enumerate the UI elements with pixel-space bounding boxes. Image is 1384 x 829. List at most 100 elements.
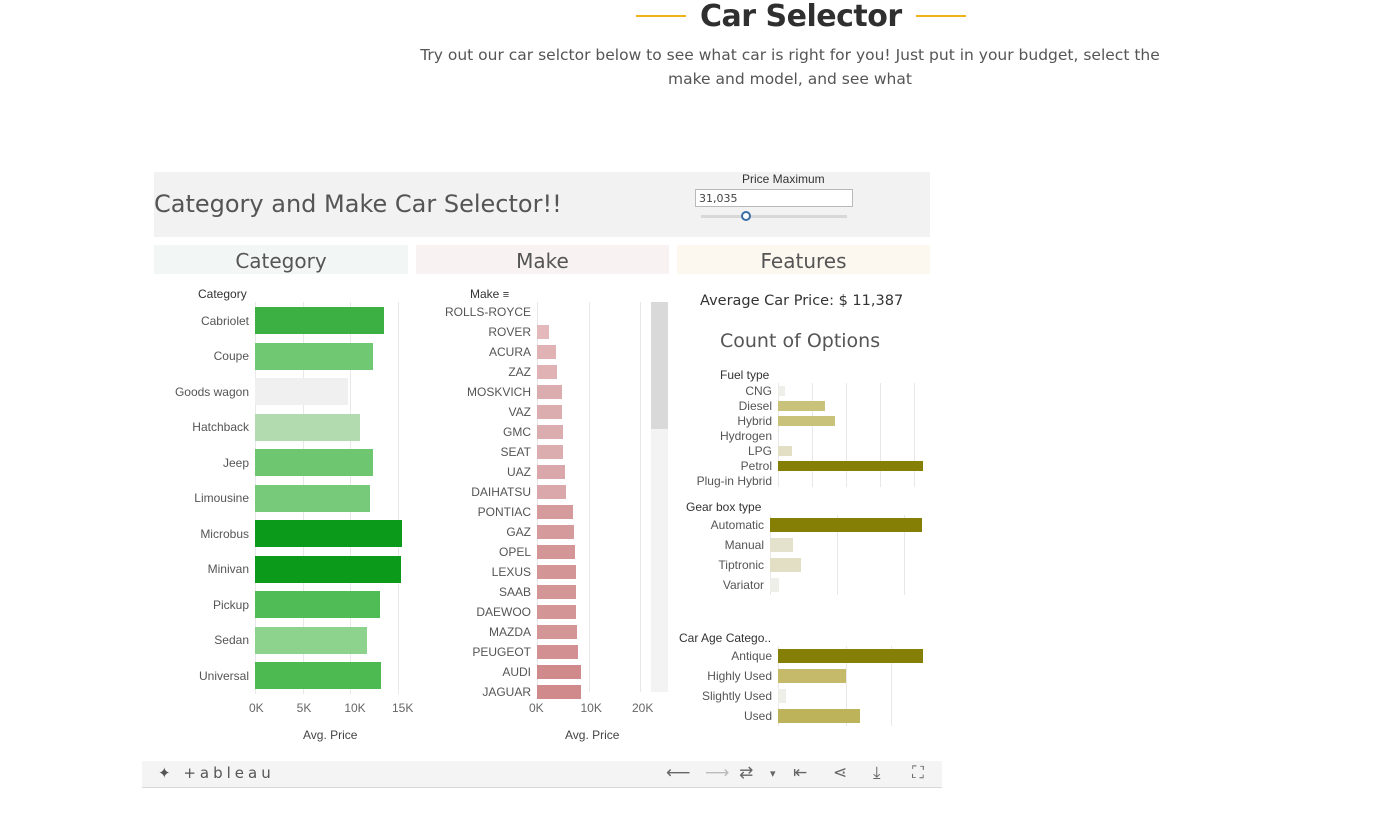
redo-icon[interactable]: ⟶ xyxy=(705,763,729,783)
make-row-label: SEAT xyxy=(500,445,531,459)
category-bar[interactable] xyxy=(255,555,401,583)
make-tick-label: 20K xyxy=(632,701,654,715)
category-bar[interactable] xyxy=(255,378,349,405)
fuel-bar[interactable] xyxy=(778,461,923,471)
gearbox-bar[interactable] xyxy=(770,538,793,552)
make-row-label: LEXUS xyxy=(491,565,531,579)
make-bar[interactable] xyxy=(537,465,566,479)
share-icon[interactable]: ⋖ xyxy=(833,763,847,783)
make-bar[interactable] xyxy=(537,505,574,519)
tableau-viz: Category and Make Car Selector!! Price M… xyxy=(142,172,942,788)
category-row-label: Limousine xyxy=(194,491,249,505)
age-row-label: Used xyxy=(743,709,772,723)
make-bar[interactable] xyxy=(537,485,567,499)
fuel-bar[interactable] xyxy=(778,416,835,426)
make-bar[interactable] xyxy=(537,385,562,399)
category-bar[interactable] xyxy=(255,449,374,476)
make-bar[interactable] xyxy=(537,665,581,679)
make-bar[interactable] xyxy=(537,565,576,579)
reset-icon[interactable]: ⇤ xyxy=(793,763,807,783)
tableau-logo[interactable]: ✦ +ableau xyxy=(158,764,275,782)
count-of-options-title: Count of Options xyxy=(720,330,881,352)
page-title-group: Car Selector xyxy=(636,0,966,34)
make-bar[interactable] xyxy=(537,325,550,339)
make-row-label: ROLLS-ROYCE xyxy=(444,305,531,319)
price-max-label: Price Maximum xyxy=(742,172,825,186)
category-tick-label: 15K xyxy=(392,701,414,715)
fuel-row-label: Plug-in Hybrid xyxy=(696,474,772,488)
category-tick-label: 10K xyxy=(344,701,366,715)
make-bar[interactable] xyxy=(537,685,581,699)
category-bar[interactable] xyxy=(255,413,360,441)
category-gridline xyxy=(398,302,399,694)
section-category-header: Category xyxy=(154,245,408,274)
make-row-label: GAZ xyxy=(506,525,531,539)
fullscreen-icon[interactable]: ⛶ xyxy=(912,763,924,783)
category-bar[interactable] xyxy=(255,591,380,618)
make-bar[interactable] xyxy=(537,605,576,619)
fuel-gridline xyxy=(846,383,847,487)
make-row-label: MOSKVICH xyxy=(466,385,531,399)
undo-icon[interactable]: ⟵ xyxy=(666,763,690,783)
category-axis-title: Avg. Price xyxy=(303,728,358,742)
fuel-bar[interactable] xyxy=(778,401,825,411)
make-scrollbar-thumb[interactable] xyxy=(651,302,668,429)
price-max-slider-handle[interactable] xyxy=(741,211,751,221)
make-bar[interactable] xyxy=(537,405,563,419)
sort-icon[interactable]: ≡ xyxy=(503,289,509,301)
price-max-slider-track[interactable] xyxy=(701,215,847,218)
make-row-label: UAZ xyxy=(507,465,531,479)
page-title: Car Selector xyxy=(700,0,902,34)
gearbox-bar[interactable] xyxy=(770,578,779,592)
make-row-label: ZAZ xyxy=(508,365,531,379)
make-row-label: MAZDA xyxy=(489,625,531,639)
category-bar[interactable] xyxy=(255,484,371,512)
make-bar[interactable] xyxy=(537,525,575,539)
make-row-label: GMC xyxy=(503,425,531,439)
make-row-label: JAGUAR xyxy=(482,685,531,699)
price-max-input[interactable] xyxy=(695,189,853,207)
category-bar[interactable] xyxy=(255,307,384,334)
age-field-label: Car Age Catego.. xyxy=(679,631,772,645)
category-bar[interactable] xyxy=(255,342,374,370)
tableau-logo-icon: ✦ xyxy=(158,764,175,782)
make-row-label: VAZ xyxy=(508,405,531,419)
make-row-label: PEUGEOT xyxy=(472,645,531,659)
age-bar[interactable] xyxy=(778,709,860,723)
make-row-label: DAIHATSU xyxy=(471,485,531,499)
download-icon[interactable]: ⤓ xyxy=(873,763,881,783)
age-bar[interactable] xyxy=(778,689,786,703)
make-bar[interactable] xyxy=(537,345,557,359)
make-bar[interactable] xyxy=(537,365,558,379)
fuel-row-label: LPG xyxy=(747,444,772,458)
title-left-rule xyxy=(636,15,686,17)
make-bar[interactable] xyxy=(537,425,564,439)
age-bar[interactable] xyxy=(778,669,846,683)
make-bar[interactable] xyxy=(537,545,576,559)
category-bar[interactable] xyxy=(255,662,381,689)
make-row-label: OPEL xyxy=(498,545,531,559)
gearbox-bar[interactable] xyxy=(770,518,922,532)
gearbox-field-label: Gear box type xyxy=(686,500,762,514)
make-bar[interactable] xyxy=(537,445,564,459)
category-tick-label: 0K xyxy=(249,701,264,715)
make-bar[interactable] xyxy=(537,645,579,659)
gearbox-row-label: Tiptronic xyxy=(718,558,764,572)
category-bar[interactable] xyxy=(255,626,367,654)
make-gridline xyxy=(640,302,641,692)
fuel-bar[interactable] xyxy=(778,446,792,456)
fuel-row-label: Hydrogen xyxy=(719,429,772,443)
make-bar[interactable] xyxy=(537,625,577,639)
age-bar[interactable] xyxy=(778,649,923,663)
chevron-down-icon[interactable]: ▾ xyxy=(770,767,776,780)
make-bar[interactable] xyxy=(537,585,576,599)
section-make-header: Make xyxy=(416,245,669,274)
tableau-logo-text: +ableau xyxy=(183,764,275,782)
revert-icon[interactable]: ⇄ xyxy=(739,763,753,783)
category-bar[interactable] xyxy=(255,520,402,547)
average-car-price: Average Car Price: $ 11,387 xyxy=(700,293,904,309)
fuel-bar[interactable] xyxy=(778,386,785,396)
category-row-label: Pickup xyxy=(212,597,249,612)
make-field-label[interactable]: Make ≡ xyxy=(470,287,509,301)
gearbox-bar[interactable] xyxy=(770,558,801,572)
